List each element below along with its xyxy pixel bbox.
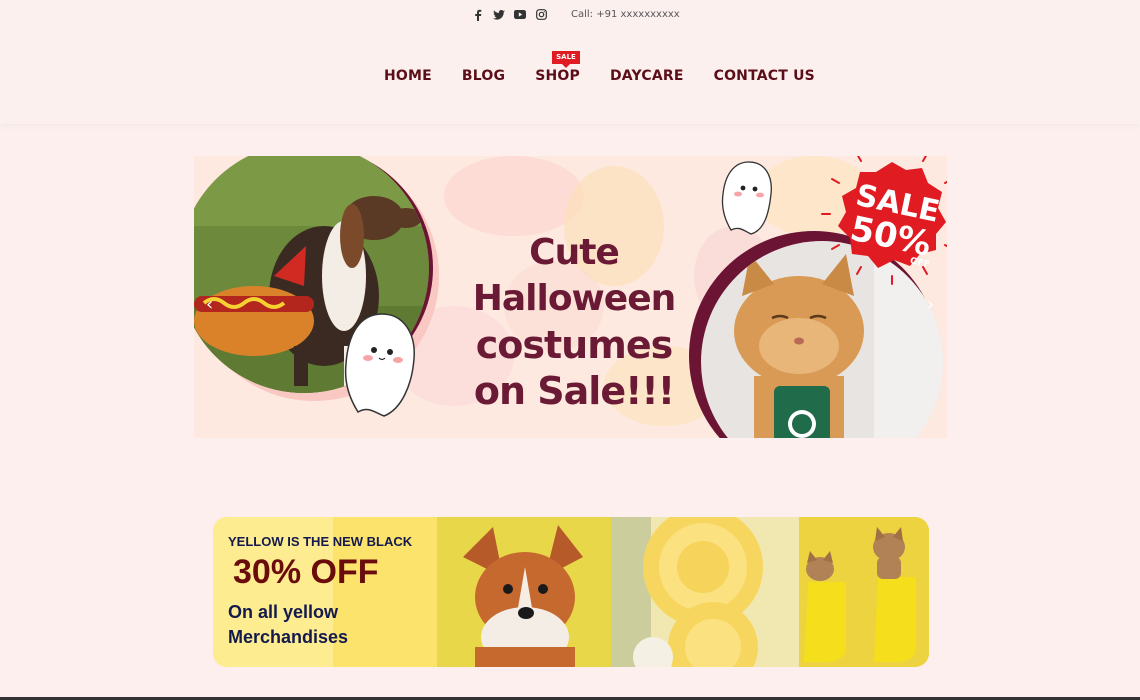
carousel-next-arrow[interactable]: ›	[927, 294, 934, 315]
nav-item-shop[interactable]: SHOP	[535, 68, 580, 84]
hero-line-1: Cute Halloween	[472, 232, 677, 319]
nav-item-contact-us[interactable]: CONTACT US	[714, 68, 815, 84]
promo-tagline: YELLOW IS THE NEW BLACK	[228, 534, 413, 549]
nav-item-blog[interactable]: BLOG	[462, 68, 505, 84]
call-number[interactable]: +91 xxxxxxxxxx	[596, 9, 679, 20]
shop-sale-badge: SALE	[552, 51, 580, 68]
promo-subtext-line-1: On all yellow	[228, 602, 339, 622]
hero-banner[interactable]: Cute Halloween costumes on Sale!!! SALE …	[194, 156, 947, 438]
facebook-icon[interactable]	[472, 8, 484, 21]
promo-subtext-line-2: Merchandises	[228, 627, 349, 647]
call-label: Call:	[571, 9, 594, 20]
hero-line-2: costumes	[475, 323, 673, 367]
twitter-icon[interactable]	[493, 8, 505, 21]
nav-item-daycare[interactable]: DAYCARE	[610, 68, 684, 84]
main-nav: HOME BLOG SHOP DAYCARE CONTACT US	[384, 68, 815, 84]
site-header: HOME BLOG SHOP DAYCARE CONTACT US	[0, 30, 1140, 124]
carousel-prev-arrow[interactable]: ‹	[206, 294, 213, 315]
nav-item-home[interactable]: HOME	[384, 68, 432, 84]
youtube-icon[interactable]	[514, 8, 526, 21]
hero-line-3: on Sale!!!	[473, 369, 675, 413]
social-links	[472, 8, 547, 21]
promo-subtext: On all yellow Merchandises	[228, 600, 428, 650]
promo-discount: 30% OFF	[233, 553, 379, 591]
instagram-icon[interactable]	[535, 8, 547, 21]
top-bar: Call: +91 xxxxxxxxxx	[0, 0, 1140, 30]
hero-headline: Cute Halloween costumes on Sale!!!	[424, 230, 724, 414]
promo-banner[interactable]: YELLOW IS THE NEW BLACK 30% OFF On all y…	[213, 517, 929, 667]
call-info: Call: +91 xxxxxxxxxx	[571, 9, 680, 20]
